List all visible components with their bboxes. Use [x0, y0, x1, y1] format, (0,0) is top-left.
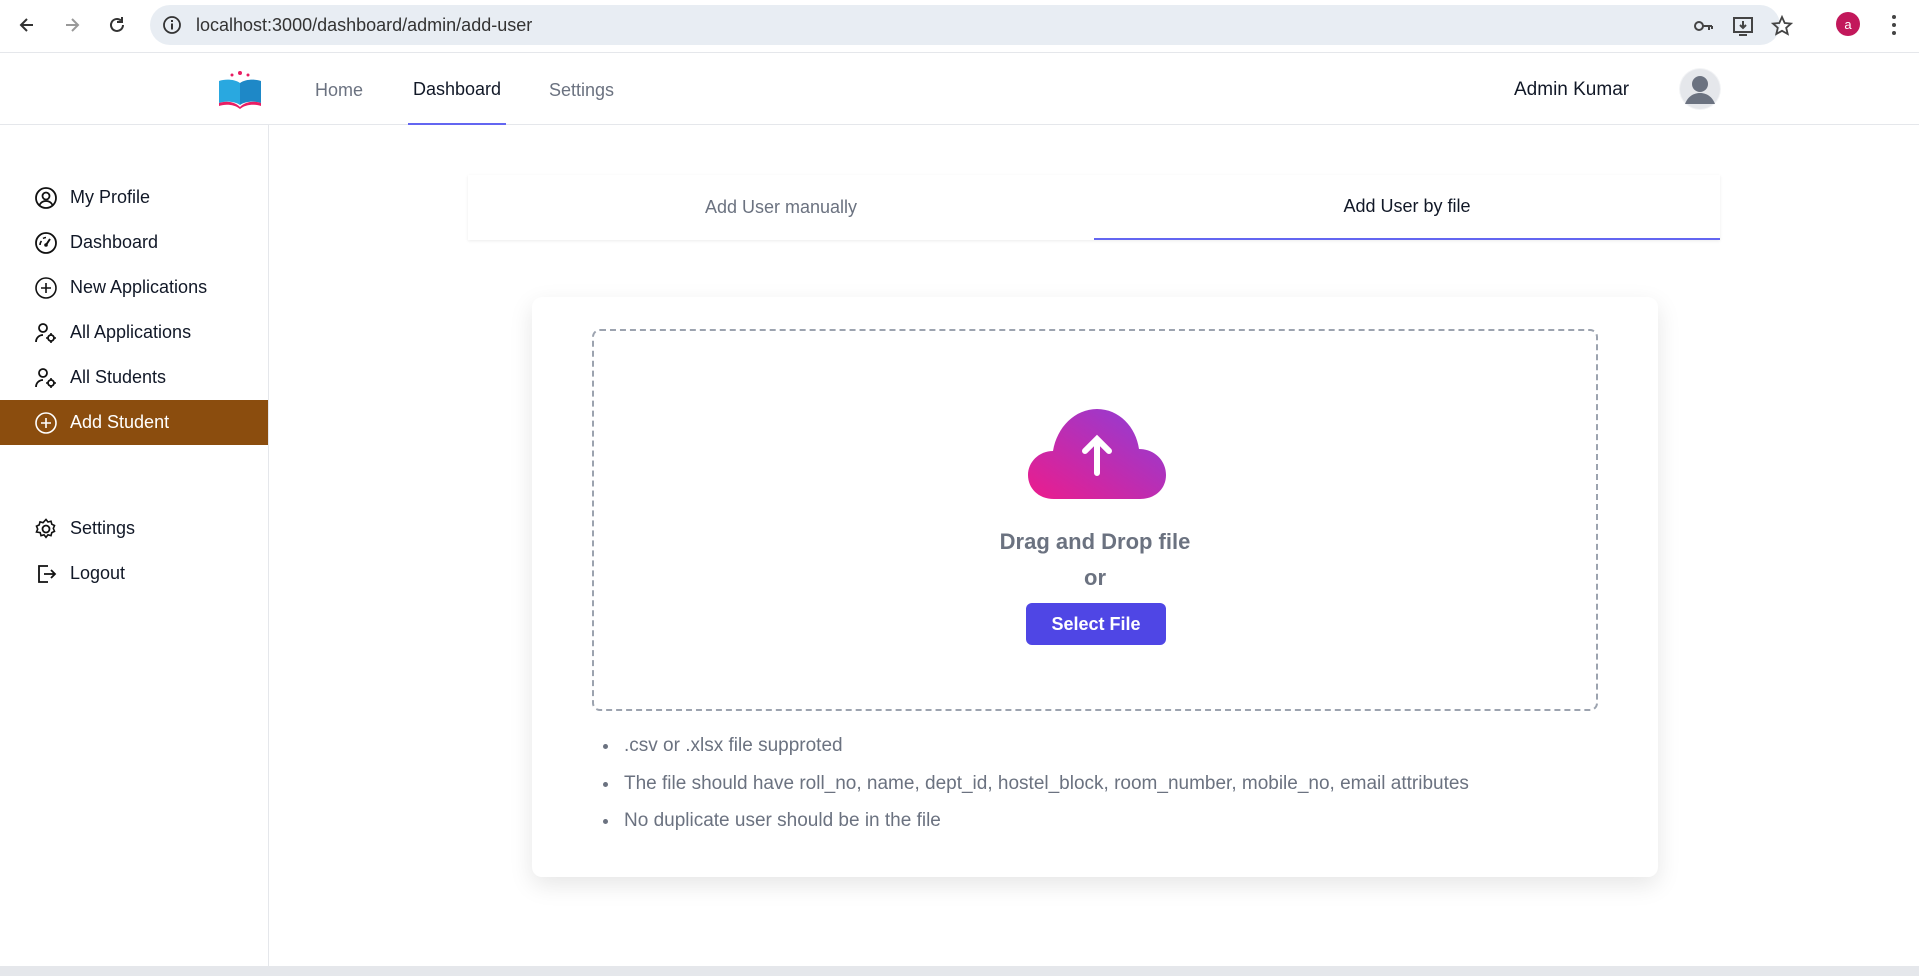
address-bar[interactable]: localhost:3000/dashboard/admin/add-user: [150, 5, 1794, 45]
user-circle-icon: [34, 186, 58, 210]
gear-icon: [34, 517, 58, 541]
add-user-tabs: Add User manually Add User by file: [468, 175, 1720, 240]
url-text: localhost:3000/dashboard/admin/add-user: [196, 15, 533, 35]
back-arrow-icon[interactable]: [12, 10, 42, 40]
reload-icon[interactable]: [102, 10, 132, 40]
password-key-icon[interactable]: [1692, 15, 1714, 37]
dropzone-title: Drag and Drop file: [999, 529, 1191, 554]
list-item: .csv or .xlsx file supproted: [620, 727, 1469, 765]
dropzone-or: or: [1084, 565, 1106, 590]
sidebar-item-dashboard[interactable]: Dashboard: [0, 220, 268, 265]
forward-arrow-icon[interactable]: [57, 10, 87, 40]
sidebar-item-settings[interactable]: Settings: [0, 506, 268, 551]
plus-circle-icon: [34, 276, 58, 300]
upload-card: Drag and Drop file or Select File .csv o…: [532, 297, 1658, 877]
sidebar-item-label: Dashboard: [70, 232, 159, 252]
browser-toolbar: localhost:3000/dashboard/admin/add-user …: [0, 0, 1919, 53]
cloud-upload-icon: [1026, 407, 1168, 501]
file-requirements-list: .csv or .xlsx file supproted The file sh…: [620, 727, 1469, 840]
user-name: Admin Kumar: [1514, 79, 1630, 100]
tab-add-user-by-file[interactable]: Add User by file: [1094, 175, 1720, 240]
select-file-button[interactable]: Select File: [1026, 603, 1166, 645]
bookmark-star-icon[interactable]: [1770, 14, 1794, 37]
sidebar-item-all-students[interactable]: All Students: [0, 355, 268, 400]
plus-circle-icon: [34, 411, 58, 435]
file-dropzone[interactable]: Drag and Drop file or Select File: [592, 329, 1598, 711]
list-item: The file should have roll_no, name, dept…: [620, 765, 1469, 803]
sidebar: My Profile Dashboard New Applications Al…: [0, 125, 269, 966]
install-app-icon[interactable]: [1732, 15, 1754, 37]
sidebar-item-new-applications[interactable]: New Applications: [0, 265, 268, 310]
sidebar-item-label: Logout: [70, 563, 126, 583]
more-menu-icon[interactable]: [1884, 12, 1904, 38]
avatar[interactable]: [1679, 68, 1721, 110]
bottom-scrollbar[interactable]: [0, 966, 1919, 976]
sidebar-item-label: My Profile: [70, 187, 151, 207]
sidebar-item-my-profile[interactable]: My Profile: [0, 175, 268, 220]
sidebar-item-logout[interactable]: Logout: [0, 551, 268, 596]
user-gear-icon: [34, 366, 58, 390]
site-info-icon[interactable]: [162, 15, 182, 35]
sidebar-item-label: New Applications: [70, 277, 208, 297]
topnav-dashboard[interactable]: Dashboard: [408, 55, 507, 125]
app-header: Home Dashboard Settings Admin Kumar: [0, 55, 1919, 125]
sidebar-item-label: All Applications: [70, 322, 192, 342]
sidebar-item-label: All Students: [70, 367, 167, 387]
sidebar-item-all-applications[interactable]: All Applications: [0, 310, 268, 355]
tab-add-user-manually[interactable]: Add User manually: [468, 175, 1094, 240]
user-gear-icon: [34, 321, 58, 345]
sidebar-item-add-student[interactable]: Add Student: [0, 400, 268, 445]
sidebar-item-label: Settings: [70, 518, 136, 538]
logout-icon: [34, 562, 58, 586]
list-item: No duplicate user should be in the file: [620, 802, 1469, 840]
book-logo-icon[interactable]: [216, 67, 264, 111]
gauge-icon: [34, 231, 58, 255]
browser-profile-avatar[interactable]: a: [1836, 12, 1860, 36]
topnav-home[interactable]: Home: [315, 55, 363, 125]
topnav-settings[interactable]: Settings: [549, 55, 614, 125]
sidebar-item-label: Add Student: [70, 412, 170, 432]
